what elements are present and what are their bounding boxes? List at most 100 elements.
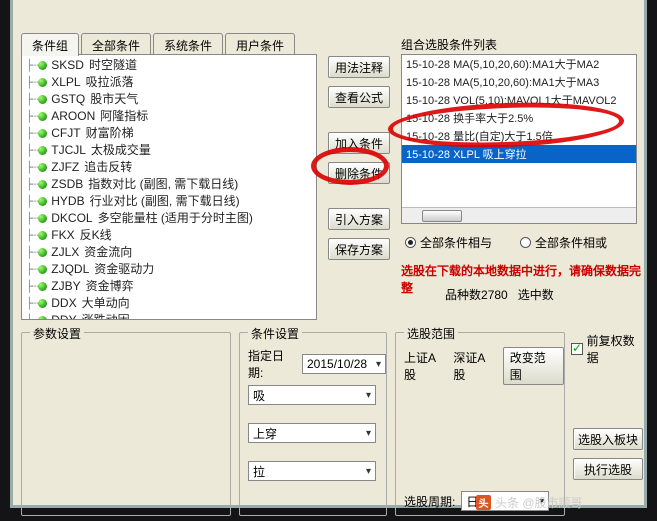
to-block-button[interactable]: 选股入板块: [573, 428, 643, 450]
tree-node[interactable]: ├┈ ZJLX 资金流向: [26, 244, 316, 261]
checkbox-icon: [571, 343, 583, 355]
tree-node[interactable]: ├┈ DDY 涨跌动因: [26, 312, 316, 320]
tree-branch-icon: ├┈: [26, 74, 37, 91]
radio-dot-icon: [405, 237, 416, 248]
indicator-code: SKSD: [51, 57, 84, 74]
run-selection-button[interactable]: 执行选股: [573, 458, 643, 480]
indicator-label: 追击反转: [84, 159, 132, 176]
chevron-down-icon: ▾: [366, 390, 371, 401]
indicator-code: DKCOL: [51, 210, 92, 227]
condition-list-title: 组合选股条件列表: [401, 36, 497, 53]
tree-branch-icon: ├┈: [26, 295, 37, 312]
tree-node[interactable]: ├┈GSTQ股市天气: [26, 91, 316, 108]
tab-user-conditions[interactable]: 用户条件: [225, 33, 295, 56]
list-hscroll[interactable]: [402, 207, 636, 223]
indicator-label: 太极成交量: [91, 142, 151, 159]
indicator-code: HYDB: [51, 193, 84, 210]
radio-dot-icon: [520, 237, 531, 248]
indicator-label: 时空隧道: [89, 57, 137, 74]
delete-condition-button[interactable]: 删除条件: [328, 162, 390, 184]
radio-and[interactable]: 全部条件相与: [405, 234, 492, 251]
tree-branch-icon: ├┈: [26, 278, 37, 295]
indicator-label: 阿隆指标: [100, 108, 148, 125]
cond-select-2[interactable]: 上穿▾: [248, 423, 376, 443]
watermark: 头 头条 @股市顺哥: [476, 494, 583, 511]
tree-branch-icon: ├┈: [26, 244, 37, 261]
indicator-label: 行业对比 (副图, 需下载日线): [90, 193, 240, 210]
date-label: 指定日期:: [248, 347, 298, 381]
indicator-code: DDY: [51, 312, 76, 320]
indicator-label: 吸拉派落: [86, 74, 134, 91]
tree-node[interactable]: ├┈ZJFZ追击反转: [26, 159, 316, 176]
tree-node[interactable]: ├┈ CFJT 财富阶梯: [26, 125, 316, 142]
indicator-label: 指数对比 (副图, 需下载日线): [88, 176, 238, 193]
change-range-button[interactable]: 改变范围: [503, 347, 564, 385]
condition-row[interactable]: 15-10-28 VOL(5,10):MAVOL1大于MAVOL2: [402, 91, 636, 109]
tree-branch-icon: ├┈: [26, 125, 37, 142]
load-plan-button[interactable]: 引入方案: [328, 208, 390, 230]
group-condition: 条件设置 指定日期: 2015/10/28▾ 吸▾ 上穿▾ 拉▾: [239, 332, 387, 516]
indicator-code: CFJT: [51, 125, 80, 142]
condition-row[interactable]: 15-10-28 XLPL 吸上穿拉: [402, 145, 636, 163]
tree-node[interactable]: ├┈FKX反K线: [26, 227, 316, 244]
radio-or[interactable]: 全部条件相或: [520, 234, 607, 251]
usage-button[interactable]: 用法注释: [328, 56, 390, 78]
tree-node[interactable]: ├┈ZJQDL资金驱动力: [26, 261, 316, 278]
tab-all-conditions[interactable]: 全部条件: [81, 33, 151, 56]
indicator-dot-icon: [38, 299, 47, 308]
cond-select-1[interactable]: 吸▾: [248, 385, 376, 405]
add-condition-button[interactable]: 加入条件: [328, 132, 390, 154]
tree-node[interactable]: ├┈ HYDB 行业对比 (副图, 需下载日线): [26, 193, 316, 210]
view-formula-button[interactable]: 查看公式: [328, 86, 390, 108]
indicator-code: TJCJL: [51, 142, 86, 159]
indicator-tree[interactable]: ├┈ SKSD 时空隧道├┈XLPL吸拉派落├┈GSTQ股市天气├┈AROON阿隆指…: [21, 54, 317, 320]
tree-node[interactable]: ├┈TJCJL太极成交量: [26, 142, 316, 159]
count-summary: 品种数2780 选中数: [445, 286, 554, 303]
indicator-code: ZSDB: [51, 176, 83, 193]
indicator-code: ZJQDL: [51, 261, 89, 278]
tree-node[interactable]: ├┈DDX大单动向: [26, 295, 316, 312]
tab-system-conditions[interactable]: 系统条件: [153, 33, 223, 56]
tree-branch-icon: ├┈: [26, 159, 37, 176]
indicator-label: 涨跌动因: [82, 312, 130, 320]
tab-condition-group[interactable]: 条件组: [21, 33, 79, 56]
save-plan-button[interactable]: 保存方案: [328, 238, 390, 260]
group-range: 选股范围 上证A股 深证A股 改变范围 选股周期: 日线▾: [395, 332, 565, 516]
tree-node[interactable]: ├┈AROON阿隆指标: [26, 108, 316, 125]
tree-branch-icon: ├┈: [26, 312, 37, 320]
tree-branch-icon: ├┈: [26, 261, 37, 278]
date-picker[interactable]: 2015/10/28▾: [302, 354, 386, 374]
range-a: 上证A股: [404, 349, 447, 383]
condition-row[interactable]: 15-10-28 MA(5,10,20,60):MA1大于MA2: [402, 55, 636, 73]
chevron-down-icon: ▾: [366, 466, 371, 477]
tree-node[interactable]: ├┈DKCOL多空能量柱 (适用于分时主图): [26, 210, 316, 227]
condition-row[interactable]: 15-10-28 换手率大于2.5%: [402, 109, 636, 127]
cycle-label: 选股周期:: [404, 493, 455, 510]
indicator-dot-icon: [38, 95, 47, 104]
tree-node[interactable]: ├┈SKSD时空隧道: [26, 57, 316, 74]
tree-branch-icon: ├┈: [26, 176, 37, 193]
scroll-thumb[interactable]: [422, 210, 462, 222]
indicator-label: 资金流向: [84, 244, 132, 261]
tree-branch-icon: ├┈: [26, 108, 37, 125]
cond-select-3[interactable]: 拉▾: [248, 461, 376, 481]
indicator-code: ZJLX: [51, 244, 79, 261]
indicator-code: FKX: [51, 227, 74, 244]
fq-checkbox[interactable]: 前复权数据: [571, 332, 644, 366]
tree-branch-icon: ├┈: [26, 193, 37, 210]
indicator-dot-icon: [38, 248, 47, 257]
chevron-down-icon: ▾: [376, 359, 381, 370]
indicator-label: 资金博弈: [86, 278, 134, 295]
indicator-dot-icon: [38, 163, 47, 172]
condition-list[interactable]: 15-10-28 MA(5,10,20,60):MA1大于MA215-10-28…: [401, 54, 637, 224]
indicator-dot-icon: [38, 146, 47, 155]
tree-node[interactable]: ├┈ ZJBY 资金博弈: [26, 278, 316, 295]
condition-row[interactable]: 15-10-28 MA(5,10,20,60):MA1大于MA3: [402, 73, 636, 91]
tree-node[interactable]: ├┈XLPL吸拉派落: [26, 74, 316, 91]
tree-node[interactable]: ├┈ ZSDB 指数对比 (副图, 需下载日线): [26, 176, 316, 193]
indicator-code: ZJBY: [51, 278, 80, 295]
indicator-label: 财富阶梯: [86, 125, 134, 142]
group-param: 参数设置: [21, 332, 231, 516]
condition-row[interactable]: 15-10-28 量比(自定)大于1.5倍: [402, 127, 636, 145]
indicator-code: GSTQ: [51, 91, 85, 108]
